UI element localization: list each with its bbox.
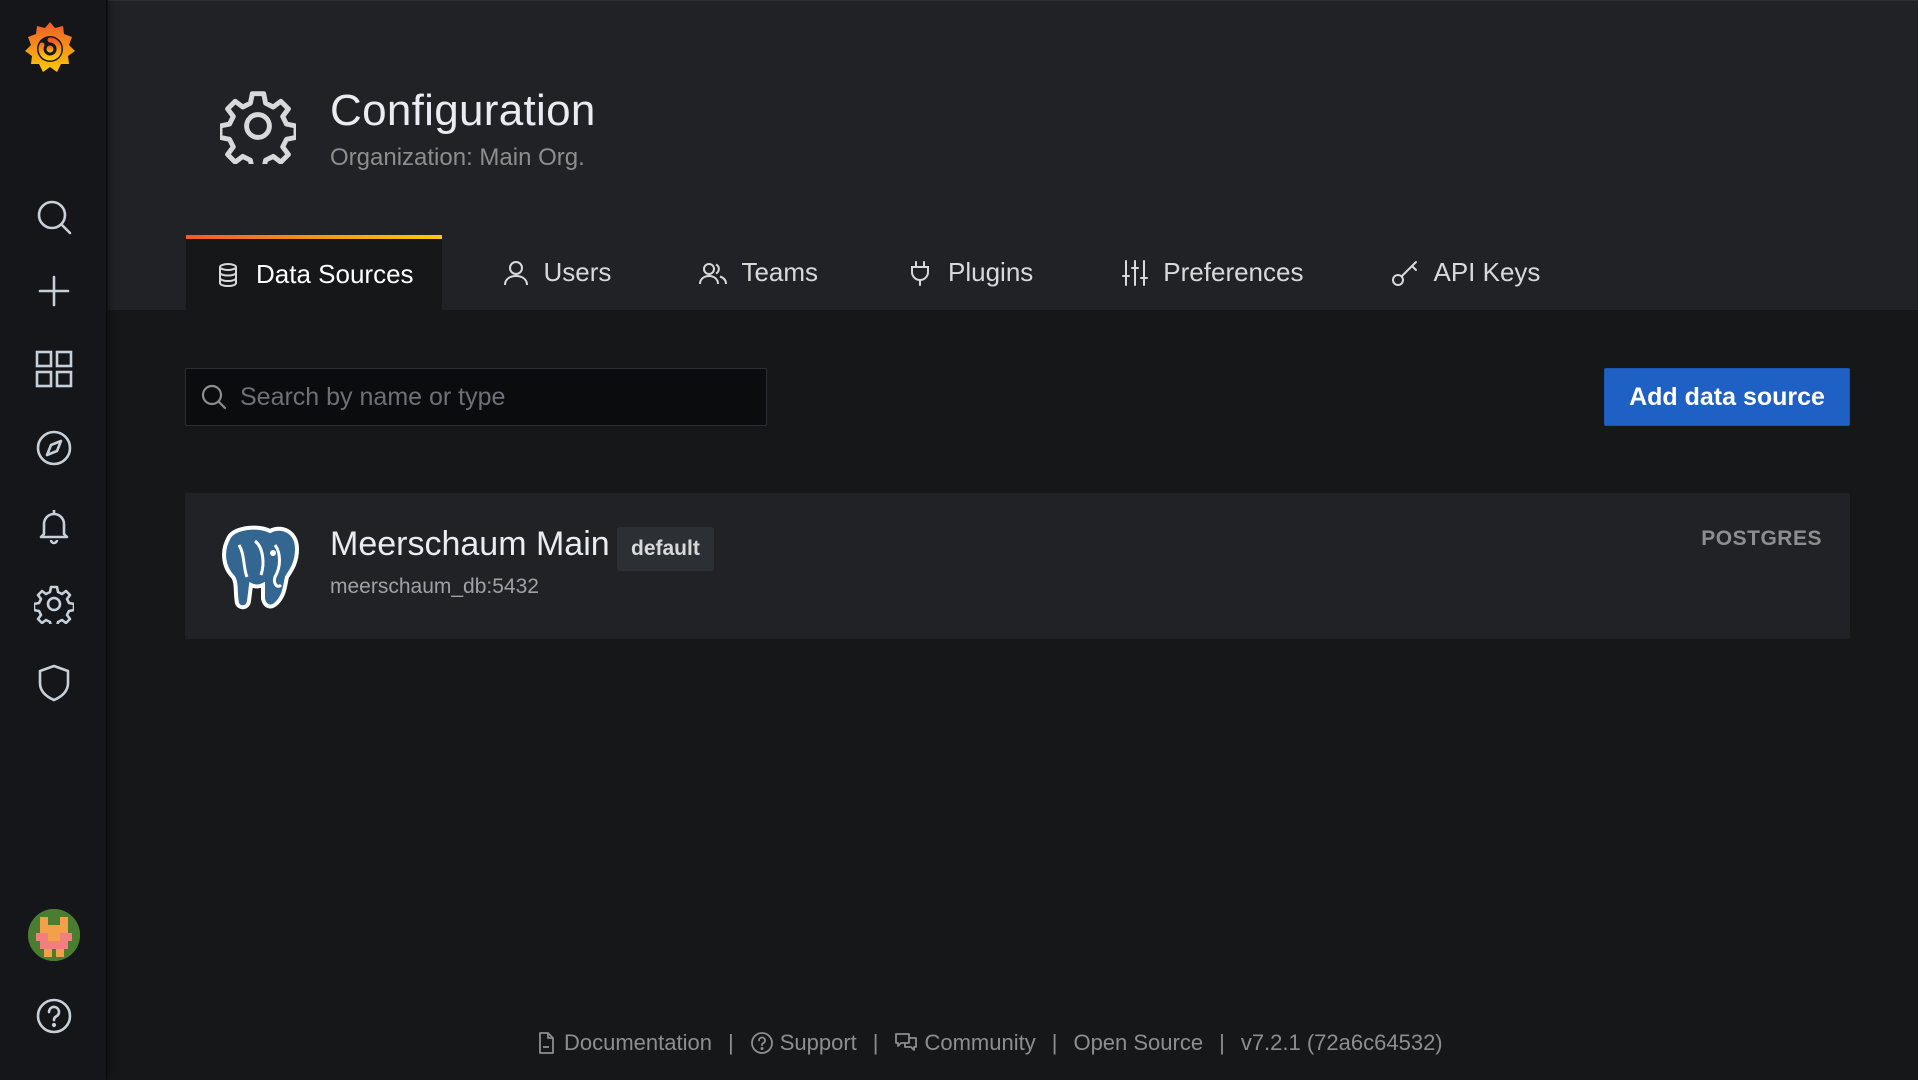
- alert-bell-icon: [39, 510, 69, 545]
- users-icon: [699, 262, 728, 284]
- tab-label: Users: [543, 257, 612, 287]
- footer-separator: |: [1219, 1030, 1225, 1055]
- search-box: [185, 368, 767, 426]
- plus-icon: [38, 275, 70, 307]
- sliders-icon: [1122, 259, 1149, 286]
- sidebar-server-admin[interactable]: [26, 655, 82, 711]
- tab-preferences[interactable]: Preferences: [1093, 235, 1331, 310]
- help-icon: [36, 998, 72, 1034]
- tab-api-keys[interactable]: API Keys: [1363, 235, 1568, 310]
- footer-link-label: Community: [924, 1030, 1036, 1055]
- sidebar-search[interactable]: [26, 189, 82, 245]
- tab-label: Data Sources: [256, 259, 414, 289]
- data-source-name: Meerschaum Main: [330, 525, 610, 563]
- plug-icon: [911, 260, 930, 286]
- footer-link-label: Open Source: [1073, 1030, 1204, 1055]
- footer-version: v7.2.1 (72a6c64532): [1240, 1030, 1443, 1055]
- footer-support-link[interactable]: Support: [750, 1030, 857, 1056]
- postgres-elephant-icon: [215, 523, 301, 611]
- footer-link-label: Documentation: [564, 1030, 712, 1055]
- footer-link-label: Support: [779, 1030, 857, 1055]
- tab-users[interactable]: Users: [474, 235, 640, 310]
- database-icon: [219, 262, 237, 287]
- footer-documentation-link[interactable]: Documentation: [534, 1030, 712, 1056]
- shield-icon: [38, 664, 70, 702]
- footer-open-source-link[interactable]: Open Source: [1073, 1030, 1203, 1056]
- page-title: Configuration: [330, 86, 596, 135]
- add-data-source-button[interactable]: Add data source: [1604, 368, 1850, 426]
- tab-label: Plugins: [948, 257, 1034, 287]
- data-source-card[interactable]: Meerschaum Main default meerschaum_db:54…: [185, 493, 1850, 639]
- data-source-url: meerschaum_db:5432: [330, 575, 539, 598]
- tab-teams[interactable]: Teams: [671, 235, 846, 310]
- page-subtitle: Organization: Main Org.: [330, 144, 585, 171]
- comments-icon: [895, 1033, 918, 1051]
- sidebar-dashboards[interactable]: [26, 341, 82, 397]
- document-icon: [539, 1032, 554, 1054]
- avatar[interactable]: [28, 909, 80, 961]
- footer-separator: |: [727, 1030, 734, 1055]
- footer-separator: |: [1051, 1030, 1058, 1055]
- search-input[interactable]: [240, 382, 760, 412]
- user-icon: [503, 260, 528, 285]
- question-circle-icon: [750, 1032, 773, 1054]
- sidebar-help[interactable]: [26, 988, 82, 1044]
- tab-label: Teams: [741, 257, 819, 287]
- default-badge: default: [617, 527, 714, 571]
- explore-icon: [36, 430, 72, 466]
- config-tabs: Data Sources Users Teams Plugins Prefere…: [186, 235, 1600, 310]
- grafana-logo-icon[interactable]: [21, 18, 79, 80]
- key-icon: [1392, 260, 1418, 286]
- sidebar-explore[interactable]: [26, 420, 82, 476]
- sidebar-alerting[interactable]: [26, 498, 82, 554]
- sidebar-configuration[interactable]: [26, 576, 82, 632]
- footer-separator: |: [872, 1030, 879, 1055]
- search-icon: [37, 200, 72, 235]
- search-icon: [201, 384, 227, 410]
- dashboards-icon: [35, 350, 73, 388]
- tab-data-sources[interactable]: Data Sources: [186, 235, 442, 310]
- sidebar-create[interactable]: [26, 263, 82, 319]
- tab-plugins[interactable]: Plugins: [878, 235, 1061, 310]
- footer-community-link[interactable]: Community: [894, 1030, 1036, 1056]
- tab-label: Preferences: [1163, 257, 1304, 287]
- configuration-gear-icon: [217, 88, 299, 173]
- gear-icon: [34, 585, 74, 624]
- sidebar: [0, 0, 107, 1080]
- data-source-type: POSTGRES: [1701, 527, 1822, 550]
- footer: Documentation | Support | Community | Op…: [534, 1028, 1443, 1058]
- tab-label: API Keys: [1433, 257, 1541, 287]
